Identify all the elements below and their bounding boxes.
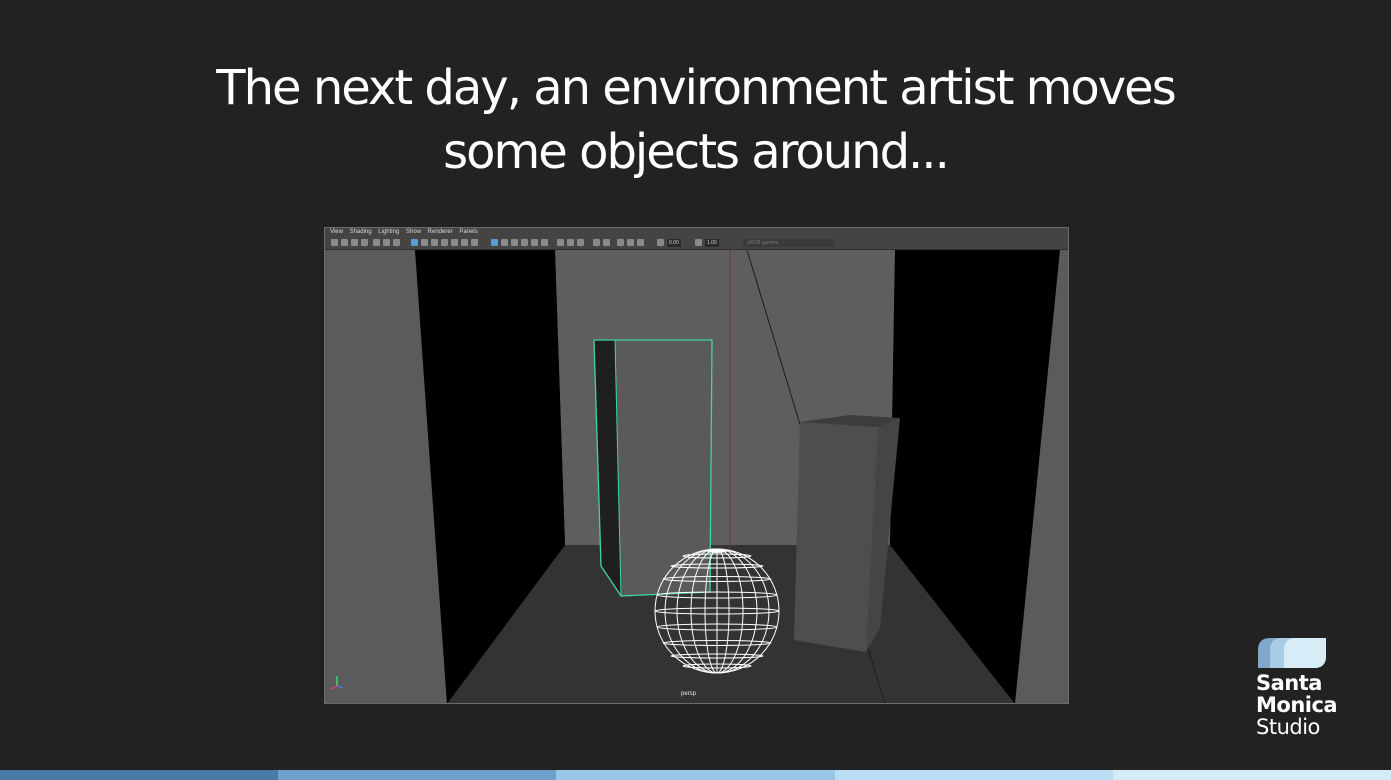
right-box-front — [794, 422, 878, 652]
logo-line-1: Santa — [1256, 671, 1322, 695]
menu-view[interactable]: View — [330, 228, 343, 237]
menu-renderer[interactable]: Renderer — [428, 228, 453, 237]
grid-icon[interactable] — [373, 239, 380, 246]
bookmark-icon[interactable] — [351, 239, 358, 246]
bottom-bar-segment-3 — [556, 770, 835, 780]
bottom-color-bar — [0, 770, 1391, 780]
antialiasing-icon[interactable] — [511, 239, 518, 246]
logo-line-3: Studio — [1256, 715, 1320, 739]
isolate-select-icon[interactable] — [531, 239, 538, 246]
sphere-pole — [707, 549, 727, 553]
bottom-bar-segment-4 — [834, 770, 1113, 780]
shadows-icon[interactable] — [461, 239, 468, 246]
slide-title: The next day, an environment artist move… — [0, 56, 1391, 184]
wireframe-icon[interactable] — [411, 239, 418, 246]
selection-mask-icon[interactable] — [593, 239, 600, 246]
menu-panels[interactable]: Panels — [459, 228, 477, 237]
menu-shading[interactable]: Shading — [350, 228, 372, 237]
gamma-field[interactable]: 1.00 — [705, 239, 719, 247]
scene-render — [325, 250, 1068, 703]
menu-show[interactable]: Show — [406, 228, 421, 237]
logo-text: Santa Monica Studio — [1256, 671, 1338, 739]
ssao-icon[interactable] — [627, 239, 634, 246]
image-plane-icon[interactable] — [361, 239, 368, 246]
bottom-bar-segment-5 — [1112, 770, 1391, 780]
exposure-field[interactable]: 0.00 — [667, 239, 681, 247]
xray-joints-icon[interactable] — [541, 239, 548, 246]
resolution-gate-icon[interactable] — [393, 239, 400, 246]
title-line-2: some objects around... — [443, 124, 950, 180]
bottom-bar-segment-2 — [278, 770, 557, 780]
ik-handle-icon[interactable] — [603, 239, 610, 246]
title-line-1: The next day, an environment artist move… — [216, 60, 1176, 116]
camera-icon[interactable] — [331, 239, 338, 246]
exposure-icon[interactable] — [657, 239, 664, 246]
depth-of-field-icon[interactable] — [521, 239, 528, 246]
gamma-icon[interactable] — [695, 239, 702, 246]
viewport-menubar: View Shading Lighting Show Renderer Pane… — [325, 228, 1068, 237]
xray-icon[interactable] — [471, 239, 478, 246]
hud-icon[interactable] — [557, 239, 564, 246]
camera-label: persp — [681, 691, 697, 697]
maya-viewport[interactable]: View Shading Lighting Show Renderer Pane… — [324, 227, 1069, 704]
wireframe-on-shaded-icon[interactable] — [431, 239, 438, 246]
logo-line-2: Monica — [1256, 693, 1338, 717]
bottom-bar-segment-1 — [0, 770, 279, 780]
multi-sample-icon[interactable] — [617, 239, 624, 246]
smooth-shade-icon[interactable] — [421, 239, 428, 246]
color-space-dropdown[interactable]: sRGB gamma — [743, 239, 835, 247]
menu-lighting[interactable]: Lighting — [378, 228, 399, 237]
axis-gizmo-icon — [330, 676, 344, 690]
playblast-icon[interactable] — [567, 239, 574, 246]
viewport-toolbar: 0.00 1.00 sRGB gamma — [325, 237, 1068, 250]
lights-icon[interactable] — [451, 239, 458, 246]
ambient-occlusion-icon[interactable] — [491, 239, 498, 246]
film-gate-icon[interactable] — [383, 239, 390, 246]
motion-blur-icon[interactable] — [501, 239, 508, 246]
textured-icon[interactable] — [441, 239, 448, 246]
frame-icon[interactable] — [637, 239, 644, 246]
render-icon[interactable] — [577, 239, 584, 246]
camera-attributes-icon[interactable] — [341, 239, 348, 246]
